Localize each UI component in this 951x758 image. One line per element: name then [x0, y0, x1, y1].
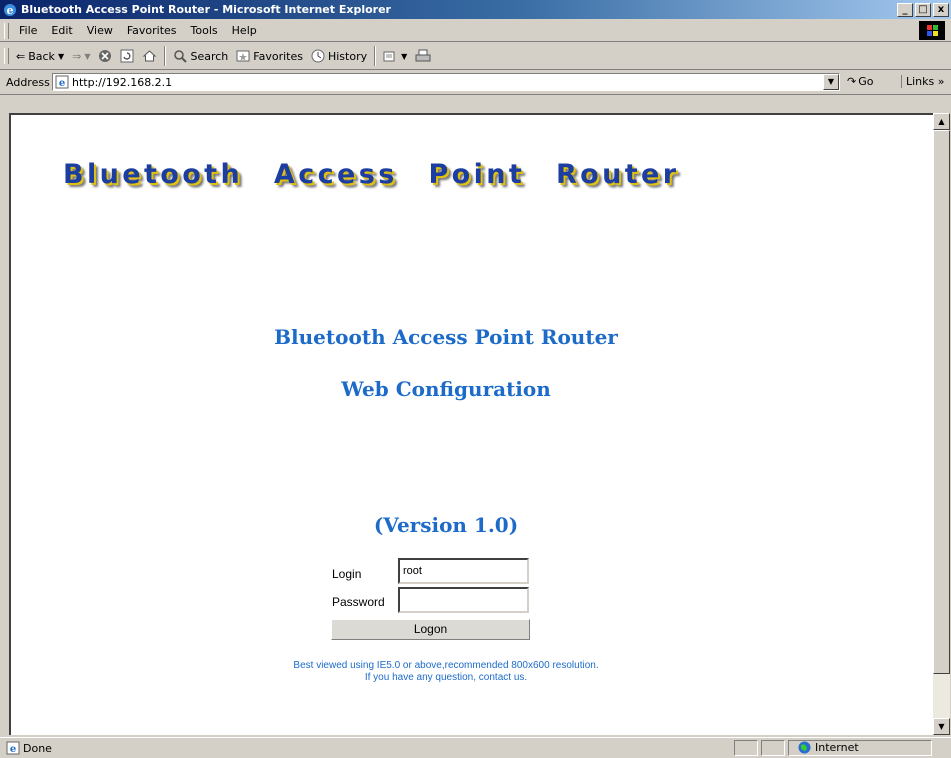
address-bar: Address e http://192.168.2.1 ▼ ↷ Go Link…: [0, 71, 951, 95]
svg-text:e: e: [10, 744, 16, 755]
links-button[interactable]: Links »: [901, 75, 944, 88]
search-button[interactable]: Search: [169, 49, 232, 63]
password-label: Password: [332, 595, 385, 609]
menu-view[interactable]: View: [80, 24, 120, 37]
page-viewport: Bluetooth Access Point Router Bluetooth …: [9, 113, 933, 735]
minimize-button[interactable]: _: [897, 2, 913, 17]
favorites-button[interactable]: Favorites: [232, 49, 307, 63]
scroll-down-button[interactable]: ▼: [933, 718, 950, 735]
forward-button[interactable]: ⇒ ▼: [68, 50, 94, 63]
home-button[interactable]: [138, 49, 161, 63]
windows-logo-icon: [919, 21, 945, 40]
toolbar-grip[interactable]: [4, 48, 9, 64]
version-label: (Version 1.0): [373, 513, 519, 537]
address-dropdown-button[interactable]: ▼: [823, 74, 839, 90]
search-icon: [174, 50, 188, 63]
page-title: Bluetooth Access Point Router: [274, 325, 618, 349]
menu-edit[interactable]: Edit: [44, 24, 79, 37]
address-url: http://192.168.2.1: [72, 75, 173, 89]
home-icon: [143, 50, 157, 62]
favorites-label: Favorites: [253, 49, 303, 63]
page-icon: e: [55, 75, 69, 89]
chevron-down-icon: ▼: [84, 51, 91, 61]
favorites-icon: [236, 50, 250, 62]
history-label: History: [327, 49, 368, 63]
maximize-button[interactable]: □: [915, 2, 931, 17]
back-label: Back: [28, 49, 55, 63]
menu-tools[interactable]: Tools: [184, 24, 225, 37]
chevron-down-icon: ▼: [57, 51, 65, 61]
refresh-icon: [120, 49, 134, 63]
toolbar-separator: [164, 46, 167, 66]
back-arrow-icon: ⇐: [16, 49, 26, 63]
security-zone: Internet: [798, 741, 859, 754]
browser-recommendation-note: Best viewed using IE5.0 or above,recomme…: [293, 660, 599, 671]
login-input[interactable]: [398, 558, 529, 584]
window-titlebar[interactable]: e Bluetooth Access Point Router - Micros…: [0, 0, 951, 19]
mail-icon: [383, 51, 395, 62]
menu-bar: File Edit View Favorites Tools Help: [0, 20, 951, 42]
page-subtitle: Web Configuration: [341, 377, 551, 401]
close-button[interactable]: x: [933, 2, 949, 17]
status-bar: e Done Internet: [0, 737, 951, 758]
stop-button[interactable]: [94, 49, 116, 63]
ie-logo-icon: e: [4, 3, 16, 17]
vertical-scrollbar[interactable]: ▲ ▼: [933, 113, 950, 735]
search-label: Search: [190, 49, 229, 63]
status-text: Done: [23, 741, 52, 755]
menu-grip[interactable]: [4, 22, 9, 39]
go-button[interactable]: ↷ Go: [847, 75, 873, 88]
mail-button[interactable]: ▼: [379, 49, 411, 63]
contact-note: If you have any question, contact us.: [364, 672, 528, 683]
login-label: Login: [332, 567, 362, 581]
scroll-up-button[interactable]: ▲: [933, 113, 950, 130]
standard-toolbar: ⇐ Back ▼ ⇒ ▼ Search Favorites History ▼: [0, 43, 951, 70]
password-input[interactable]: [398, 587, 529, 613]
history-icon: [311, 49, 325, 63]
menu-file[interactable]: File: [12, 24, 44, 37]
toolbar-separator: [374, 46, 377, 66]
globe-icon: [798, 741, 811, 754]
page-icon: e: [6, 741, 20, 755]
status-pane-progress: [734, 740, 758, 756]
address-input[interactable]: e http://192.168.2.1 ▼: [52, 73, 840, 91]
refresh-button[interactable]: [116, 49, 138, 63]
history-button[interactable]: History: [307, 49, 371, 63]
menu-help[interactable]: Help: [225, 24, 264, 37]
chevron-down-icon: ▼: [401, 51, 408, 61]
address-label: Address: [6, 76, 50, 89]
zone-label: Internet: [815, 741, 859, 754]
stop-icon: [99, 50, 112, 62]
forward-arrow-icon: ⇒: [72, 49, 82, 63]
logon-button[interactable]: Logon: [331, 619, 530, 640]
printer-icon: [415, 49, 431, 62]
svg-text:e: e: [7, 4, 14, 17]
print-button[interactable]: [411, 49, 435, 63]
banner-logo-text: Bluetooth Access Point Router: [63, 159, 680, 190]
menu-favorites[interactable]: Favorites: [120, 24, 184, 37]
window-title: Bluetooth Access Point Router - Microsof…: [21, 3, 391, 16]
scroll-thumb[interactable]: [933, 130, 950, 674]
go-arrow-icon: ↷: [847, 75, 857, 88]
back-button[interactable]: ⇐ Back ▼: [12, 50, 68, 63]
status-message: e Done: [6, 741, 52, 755]
status-pane-security: [761, 740, 785, 756]
svg-text:e: e: [59, 78, 65, 89]
go-label: Go: [858, 75, 874, 88]
